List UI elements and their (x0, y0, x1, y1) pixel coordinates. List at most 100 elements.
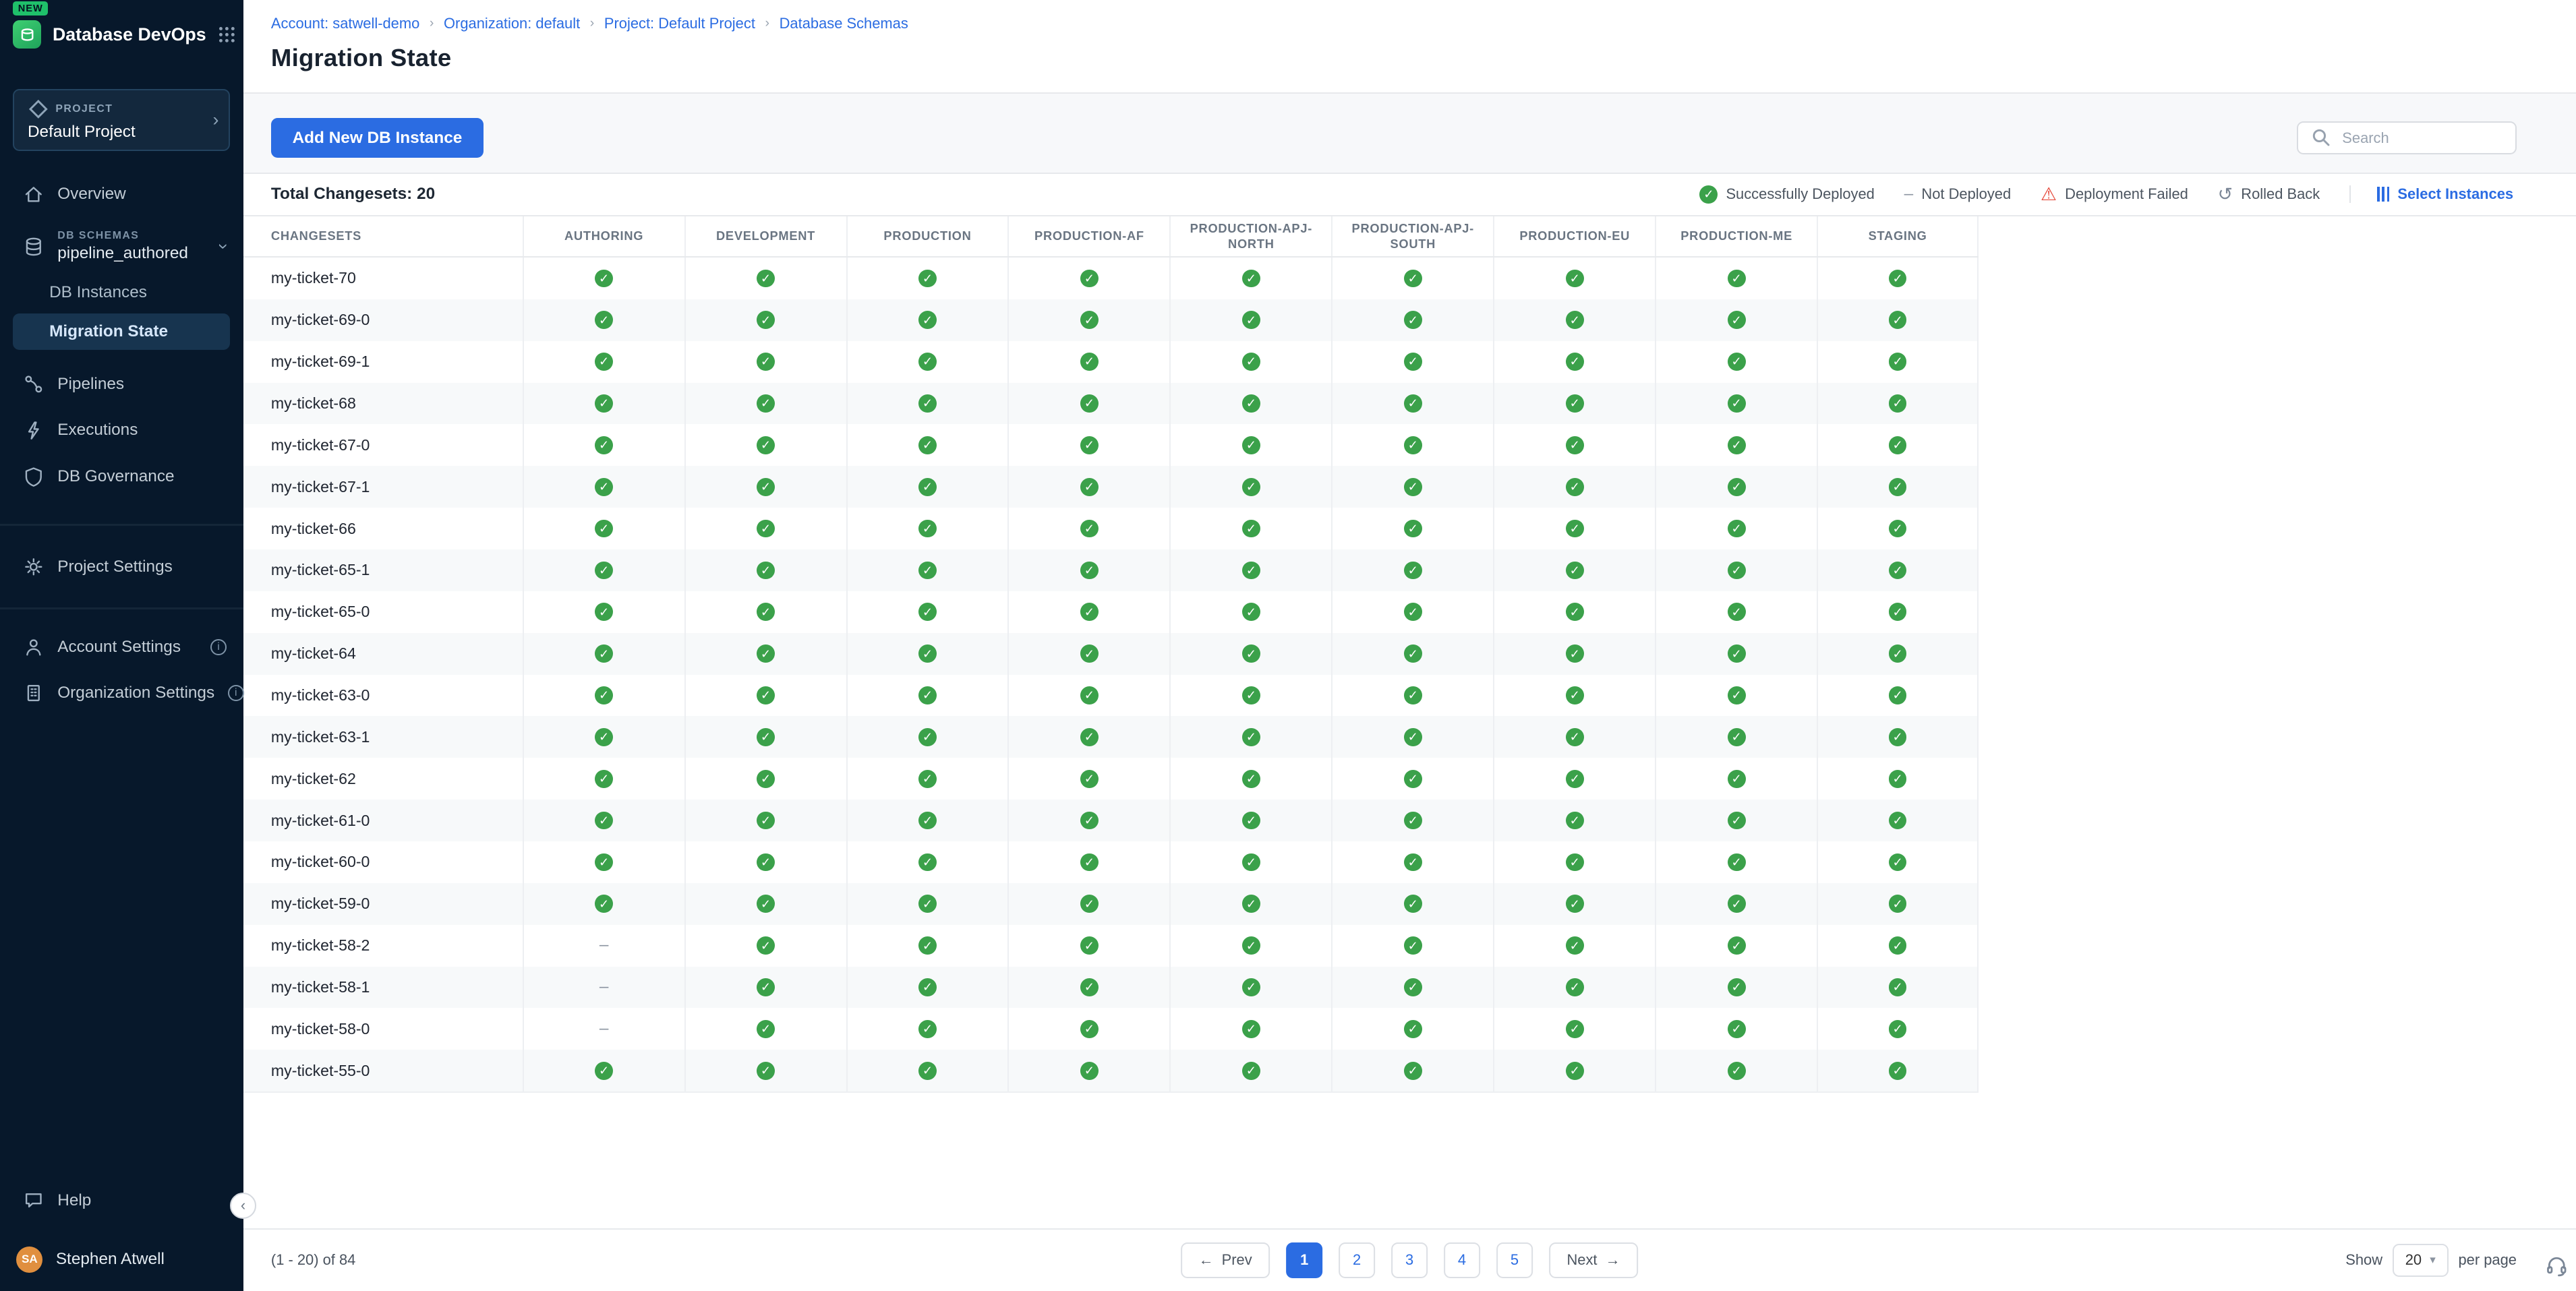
search-input[interactable] (2342, 129, 2502, 147)
changeset-name[interactable]: my-ticket-69-0 (243, 299, 523, 341)
changeset-name[interactable]: my-ticket-58-2 (243, 925, 523, 967)
table-row[interactable]: my-ticket-63-0✓✓✓✓✓✓✓✓✓ (243, 675, 1979, 717)
sidebar-item-db-governance[interactable]: DB Governance (0, 458, 243, 495)
changeset-name[interactable]: my-ticket-67-1 (243, 466, 523, 508)
status-deployed: ✓ (846, 549, 1008, 591)
sidebar-item-pipelines[interactable]: Pipelines (0, 366, 243, 402)
sidebar-collapse-button[interactable]: ‹ (230, 1193, 256, 1219)
changeset-name[interactable]: my-ticket-64 (243, 633, 523, 675)
not-deployed-dash-icon: – (599, 1021, 609, 1037)
status-deployed: ✓ (1493, 341, 1655, 383)
success-check-icon: ✓ (1566, 520, 1584, 538)
support-icon[interactable] (2544, 1253, 2569, 1278)
db-schemas-label: DB SCHEMAS (57, 230, 188, 242)
table-row[interactable]: my-ticket-69-0✓✓✓✓✓✓✓✓✓ (243, 299, 1979, 341)
page-button-5[interactable]: 5 (1496, 1242, 1533, 1279)
changeset-name[interactable]: my-ticket-58-1 (243, 967, 523, 1009)
breadcrumb-link-project[interactable]: Project: Default Project (604, 15, 755, 32)
changeset-name[interactable]: my-ticket-67-0 (243, 424, 523, 466)
success-check-icon: ✓ (757, 978, 775, 996)
table-row[interactable]: my-ticket-66✓✓✓✓✓✓✓✓✓ (243, 508, 1979, 549)
apps-grid-icon[interactable] (218, 26, 236, 44)
page-button-4[interactable]: 4 (1444, 1242, 1480, 1279)
changeset-name[interactable]: my-ticket-70 (243, 258, 523, 299)
table-row[interactable]: my-ticket-55-0✓✓✓✓✓✓✓✓✓ (243, 1050, 1979, 1091)
breadcrumb-link-account[interactable]: Account: satwell-demo (271, 15, 419, 32)
changeset-name[interactable]: my-ticket-61-0 (243, 800, 523, 841)
changeset-name[interactable]: my-ticket-69-1 (243, 341, 523, 383)
changeset-name[interactable]: my-ticket-65-0 (243, 591, 523, 633)
success-check-icon: ✓ (1566, 1020, 1584, 1038)
breadcrumb-separator: › (765, 16, 769, 31)
status-deployed: ✓ (1007, 424, 1169, 466)
sidebar-item-project-settings[interactable]: Project Settings (0, 549, 243, 585)
info-icon[interactable]: i (228, 685, 244, 701)
table-row[interactable]: my-ticket-69-1✓✓✓✓✓✓✓✓✓ (243, 341, 1979, 383)
table-row[interactable]: my-ticket-63-1✓✓✓✓✓✓✓✓✓ (243, 716, 1979, 758)
changeset-name[interactable]: my-ticket-68 (243, 383, 523, 425)
info-icon[interactable]: i (210, 639, 227, 655)
changeset-name[interactable]: my-ticket-62 (243, 758, 523, 800)
page-button-2[interactable]: 2 (1339, 1242, 1375, 1279)
table-row[interactable]: my-ticket-58-0–✓✓✓✓✓✓✓✓ (243, 1008, 1979, 1050)
status-deployed: ✓ (1007, 967, 1169, 1009)
success-check-icon: ✓ (918, 436, 937, 454)
table-row[interactable]: my-ticket-68✓✓✓✓✓✓✓✓✓ (243, 383, 1979, 425)
table-row[interactable]: my-ticket-58-1–✓✓✓✓✓✓✓✓ (243, 967, 1979, 1009)
help-button[interactable]: Help (0, 1182, 243, 1219)
search-box[interactable] (2297, 121, 2517, 154)
sidebar-item-account-settings[interactable]: Account Settings i (0, 629, 243, 665)
success-check-icon: ✓ (1566, 394, 1584, 413)
column-header-production-apj-north: PRODUCTION-APJ-NORTH (1169, 216, 1331, 256)
page-size-select[interactable]: 20 ▾ (2393, 1244, 2449, 1277)
success-check-icon: ✓ (1080, 895, 1099, 913)
changeset-name[interactable]: my-ticket-55-0 (243, 1050, 523, 1091)
sidebar-item-db-schemas[interactable]: DB SCHEMAS pipeline_authored › (0, 222, 243, 271)
table-row[interactable]: my-ticket-64✓✓✓✓✓✓✓✓✓ (243, 633, 1979, 675)
table-row[interactable]: my-ticket-65-0✓✓✓✓✓✓✓✓✓ (243, 591, 1979, 633)
user-menu[interactable]: SA Stephen Atwell (0, 1242, 243, 1278)
changeset-name[interactable]: my-ticket-59-0 (243, 883, 523, 925)
success-check-icon: ✓ (1080, 353, 1099, 371)
project-selector[interactable]: PROJECT Default Project › (13, 89, 230, 152)
changeset-name[interactable]: my-ticket-66 (243, 508, 523, 549)
page-button-3[interactable]: 3 (1391, 1242, 1428, 1279)
success-check-icon: ✓ (1728, 603, 1746, 621)
changeset-name[interactable]: my-ticket-65-1 (243, 549, 523, 591)
breadcrumb-separator: › (430, 16, 434, 31)
breadcrumb-link-organization[interactable]: Organization: default (444, 15, 580, 32)
table-row[interactable]: my-ticket-60-0✓✓✓✓✓✓✓✓✓ (243, 841, 1979, 883)
sidebar-item-overview[interactable]: Overview (0, 176, 243, 212)
status-deployed: ✓ (1007, 758, 1169, 800)
table-row[interactable]: my-ticket-59-0✓✓✓✓✓✓✓✓✓ (243, 883, 1979, 925)
chevron-right-icon: › (213, 109, 219, 130)
sidebar-item-migration-state[interactable]: Migration State (13, 313, 230, 350)
page-button-1[interactable]: 1 (1286, 1242, 1322, 1279)
prev-page-button[interactable]: ←Prev (1181, 1242, 1270, 1279)
sidebar-item-db-instances[interactable]: DB Instances (13, 274, 230, 311)
sidebar-item-executions[interactable]: Executions (0, 413, 243, 449)
changeset-name[interactable]: my-ticket-60-0 (243, 841, 523, 883)
status-not-deployed: – (523, 925, 684, 967)
changeset-name[interactable]: my-ticket-63-0 (243, 675, 523, 717)
select-instances-link[interactable]: Select Instances (2349, 185, 2513, 203)
sidebar-item-organization-settings[interactable]: Organization Settings i (0, 675, 243, 711)
table-row[interactable]: my-ticket-67-1✓✓✓✓✓✓✓✓✓ (243, 466, 1979, 508)
status-deployed: ✓ (684, 549, 846, 591)
table-row[interactable]: my-ticket-70✓✓✓✓✓✓✓✓✓ (243, 258, 1979, 299)
breadcrumb-link-database-schemas[interactable]: Database Schemas (780, 15, 908, 32)
status-deployed: ✓ (1655, 841, 1817, 883)
shield-icon (23, 466, 45, 487)
changeset-name[interactable]: my-ticket-63-1 (243, 716, 523, 758)
changeset-name[interactable]: my-ticket-58-0 (243, 1008, 523, 1050)
add-db-instance-button[interactable]: Add New DB Instance (271, 118, 484, 157)
table-row[interactable]: my-ticket-67-0✓✓✓✓✓✓✓✓✓ (243, 424, 1979, 466)
table-row[interactable]: my-ticket-58-2–✓✓✓✓✓✓✓✓ (243, 925, 1979, 967)
status-deployed: ✓ (1493, 549, 1655, 591)
table-row[interactable]: my-ticket-61-0✓✓✓✓✓✓✓✓✓ (243, 800, 1979, 841)
next-page-button[interactable]: Next→ (1549, 1242, 1638, 1279)
success-check-icon: ✓ (595, 770, 613, 788)
table-row[interactable]: my-ticket-65-1✓✓✓✓✓✓✓✓✓ (243, 549, 1979, 591)
table-row[interactable]: my-ticket-62✓✓✓✓✓✓✓✓✓ (243, 758, 1979, 800)
success-check-icon: ✓ (1728, 562, 1746, 580)
